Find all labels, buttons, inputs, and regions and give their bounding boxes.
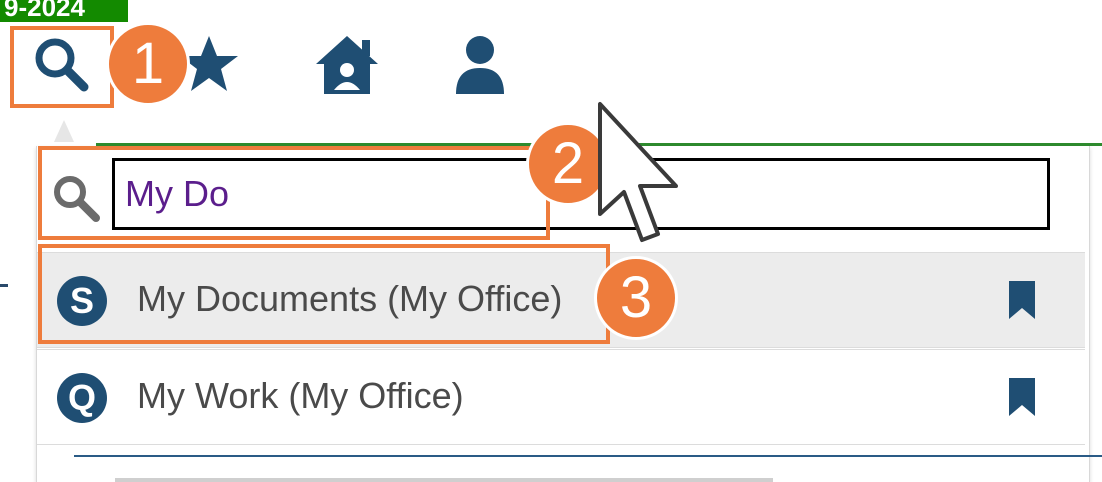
version-text: 9-2024	[4, 0, 85, 22]
bookmark-icon[interactable]	[1007, 378, 1037, 421]
user-icon[interactable]	[452, 34, 508, 101]
scrollbar-track[interactable]	[115, 478, 773, 482]
badge-q-icon: Q	[57, 373, 107, 423]
callout-box-2	[38, 146, 550, 240]
callout-box-1	[10, 26, 114, 108]
result-row-my-work[interactable]: Q My Work (My Office)	[37, 349, 1085, 445]
home-icon[interactable]	[314, 34, 380, 101]
version-badge: 9-2024	[0, 0, 128, 22]
callout-box-3	[38, 244, 610, 344]
background-divider	[0, 284, 8, 287]
dropdown-pointer	[54, 120, 74, 142]
mouse-cursor-icon	[594, 100, 690, 251]
result-label: My Work (My Office)	[137, 375, 464, 416]
divider-line	[74, 455, 1102, 457]
callout-number-3: 3	[594, 256, 678, 340]
callout-number-1: 1	[106, 22, 190, 106]
bookmark-icon[interactable]	[1007, 281, 1037, 324]
